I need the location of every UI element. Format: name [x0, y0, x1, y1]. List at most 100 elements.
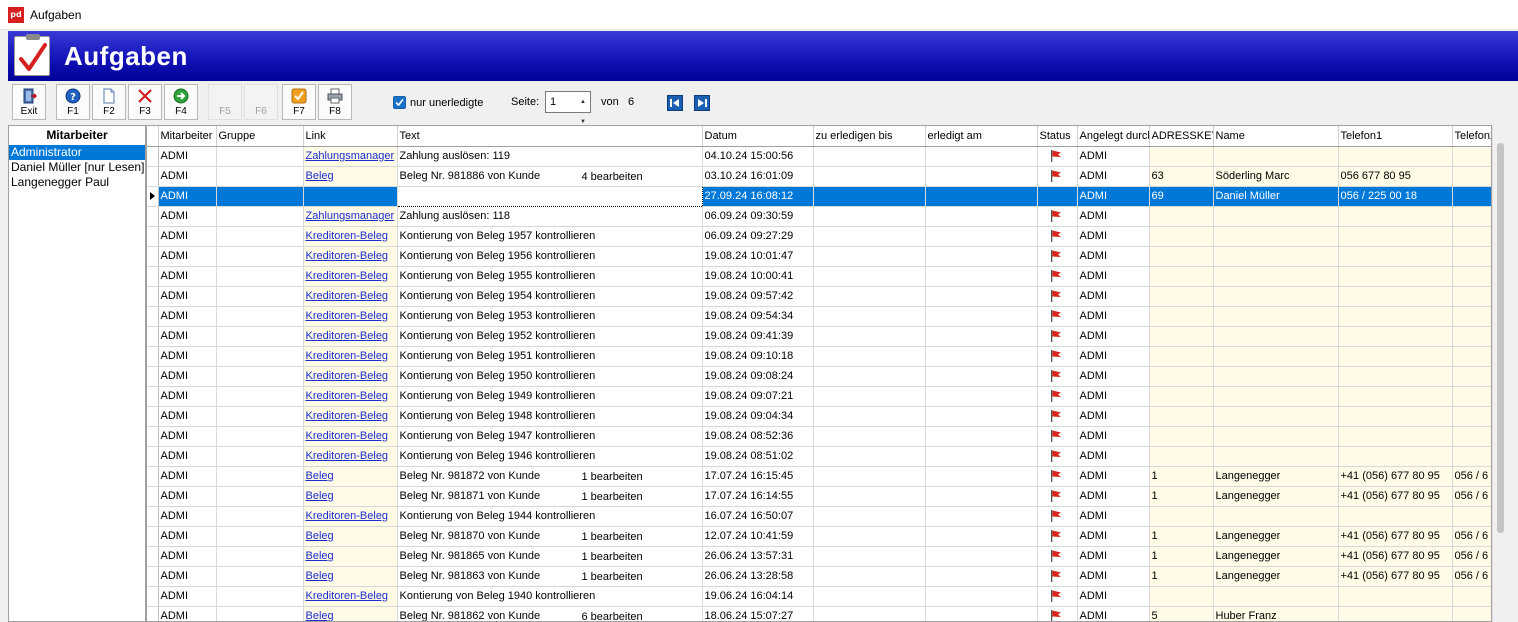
row-indicator[interactable] — [147, 586, 159, 607]
document-link[interactable]: Kreditoren-Beleg — [306, 410, 389, 422]
row-indicator[interactable] — [147, 426, 159, 447]
column-header[interactable]: erledigt am — [925, 126, 1038, 147]
row-indicator[interactable] — [147, 506, 159, 527]
row-indicator[interactable] — [147, 146, 159, 167]
column-header[interactable]: Name — [1213, 126, 1339, 147]
document-link[interactable]: Kreditoren-Beleg — [306, 450, 389, 462]
row-indicator[interactable] — [147, 226, 159, 247]
cell-text[interactable]: Kontierung von Beleg 1948 kontrollieren — [397, 406, 703, 427]
cell-text[interactable]: Beleg Nr. 981872 von Kunde 1 bearbeiten — [397, 466, 703, 487]
document-link[interactable]: Kreditoren-Beleg — [306, 590, 389, 602]
cell-link[interactable]: Beleg — [303, 466, 398, 487]
table-row[interactable]: ADMI Beleg Beleg Nr. 981862 von Kunde 6 bea… — [147, 606, 1491, 621]
table-row[interactable]: ADMI Beleg Beleg Nr. 981886 von Kunde 4 bea… — [147, 166, 1491, 187]
column-header[interactable]: Link — [303, 126, 398, 147]
cell-link[interactable]: Beleg — [303, 606, 398, 621]
filter-unfinished-checkbox[interactable]: nur unerledigte — [393, 96, 483, 109]
last-page-button[interactable] — [694, 95, 710, 111]
employee-item[interactable]: Daniel Müller [nur Lesen] — [9, 160, 145, 175]
cell-text[interactable]: Kontierung von Beleg 1951 kontrollieren — [397, 346, 703, 367]
toolbar-button-exit[interactable]: Exit — [12, 84, 46, 120]
row-indicator[interactable] — [147, 326, 159, 347]
row-indicator[interactable] — [147, 526, 159, 547]
document-link[interactable]: Beleg — [306, 170, 334, 182]
column-header[interactable]: Telefon2 — [1452, 126, 1491, 147]
toolbar-button-f7[interactable]: F7 — [282, 84, 316, 120]
document-link[interactable]: Beleg — [306, 570, 334, 582]
cell-text[interactable]: Kontierung von Beleg 1953 kontrollieren — [397, 306, 703, 327]
table-row[interactable]: ADMI Beleg Beleg Nr. 981863 von Kunde 1 bea… — [147, 566, 1491, 587]
cell-link[interactable]: Kreditoren-Beleg — [303, 406, 398, 427]
table-row[interactable]: ADMI Kreditoren-Beleg Kontierung von Beleg… — [147, 506, 1491, 527]
toolbar-button-f8[interactable]: F8 — [318, 84, 352, 120]
column-header[interactable]: Mitarbeiter — [158, 126, 217, 147]
table-row[interactable]: ADMI Beleg Beleg Nr. 981865 von Kunde 1 bea… — [147, 546, 1491, 567]
column-header[interactable]: Datum — [702, 126, 814, 147]
document-link[interactable]: Beleg — [306, 550, 334, 562]
cell-text[interactable]: Zahlung auslösen: 119 — [397, 146, 703, 167]
column-header[interactable]: ADRESSKEY — [1149, 126, 1214, 147]
document-link[interactable]: Kreditoren-Beleg — [306, 270, 389, 282]
cell-text[interactable]: Kontierung von Beleg 1952 kontrollieren — [397, 326, 703, 347]
page-number-input[interactable]: 1 ▲ ▼ — [545, 91, 591, 125]
row-indicator[interactable] — [147, 166, 159, 187]
document-link[interactable]: Kreditoren-Beleg — [306, 250, 389, 262]
document-link[interactable]: Kreditoren-Beleg — [306, 330, 389, 342]
row-indicator[interactable] — [147, 346, 159, 367]
document-link[interactable]: Zahlungsmanager — [306, 150, 395, 162]
document-link[interactable]: Beleg — [306, 490, 334, 502]
row-indicator[interactable] — [147, 246, 159, 267]
table-row[interactable]: ADMI Kreditoren-Beleg Kontierung von Beleg… — [147, 266, 1491, 287]
row-indicator[interactable] — [147, 286, 159, 307]
toolbar-button-f1[interactable]: ? F1 — [56, 84, 90, 120]
row-indicator[interactable] — [147, 566, 159, 587]
document-link[interactable]: Kreditoren-Beleg — [306, 430, 389, 442]
cell-link[interactable]: Kreditoren-Beleg — [303, 326, 398, 347]
row-indicator[interactable] — [147, 366, 159, 387]
cell-text[interactable]: Beleg Nr. 981871 von Kunde 1 bearbeiten — [397, 486, 703, 507]
document-link[interactable]: Kreditoren-Beleg — [306, 370, 389, 382]
cell-text[interactable]: Kontierung von Beleg 1947 kontrollieren — [397, 426, 703, 447]
column-header[interactable]: Text — [397, 126, 703, 147]
checkbox-checked-icon[interactable] — [393, 96, 406, 109]
column-header[interactable]: Status — [1037, 126, 1078, 147]
cell-text[interactable]: Beleg Nr. 981863 von Kunde 1 bearbeiten — [397, 566, 703, 587]
cell-text[interactable]: Beleg Nr. 981886 von Kunde 4 bearbeiten — [397, 166, 703, 187]
column-header[interactable]: zu erledigen bis — [813, 126, 926, 147]
spin-up-icon[interactable]: ▲ — [576, 92, 590, 112]
cell-text[interactable]: Kontierung von Beleg 1950 kontrollieren — [397, 366, 703, 387]
table-row[interactable]: ADMI Kreditoren-Beleg Kontierung von Beleg… — [147, 326, 1491, 347]
table-row[interactable]: ADMI Beleg Beleg Nr. 981870 von Kunde 1 bea… — [147, 526, 1491, 547]
cell-text[interactable]: Kontierung von Beleg 1946 kontrollieren — [397, 446, 703, 467]
row-indicator[interactable] — [147, 386, 159, 407]
cell-link[interactable]: Kreditoren-Beleg — [303, 286, 398, 307]
cell-text[interactable]: Beleg Nr. 981862 von Kunde 6 bearbeiten — [397, 606, 703, 621]
cell-link[interactable]: Beleg — [303, 166, 398, 187]
cell-link[interactable]: Kreditoren-Beleg — [303, 386, 398, 407]
cell-link[interactable]: Kreditoren-Beleg — [303, 226, 398, 247]
cell-link[interactable]: Zahlungsmanager — [303, 146, 398, 167]
page-spinner[interactable]: ▲ ▼ — [576, 92, 590, 125]
cell-link[interactable]: Kreditoren-Beleg — [303, 246, 398, 267]
row-indicator[interactable] — [147, 486, 159, 507]
table-row[interactable]: ADMI Beleg Beleg Nr. 981871 von Kunde 1 bea… — [147, 486, 1491, 507]
document-link[interactable]: Beleg — [306, 470, 334, 482]
cell-link[interactable]: Kreditoren-Beleg — [303, 266, 398, 287]
table-row[interactable]: ADMI Kreditoren-Beleg Kontierung von Beleg… — [147, 286, 1491, 307]
cell-text[interactable]: Beleg Nr. 981870 von Kunde 1 bearbeiten — [397, 526, 703, 547]
cell-link[interactable] — [303, 186, 398, 207]
cell-link[interactable]: Kreditoren-Beleg — [303, 366, 398, 387]
cell-text[interactable]: Kontierung von Beleg 1940 kontrollieren — [397, 586, 703, 607]
cell-text[interactable] — [396, 185, 703, 207]
document-link[interactable]: Kreditoren-Beleg — [306, 510, 389, 522]
table-row[interactable]: ADMI Zahlungsmanager Zahlung auslösen: 119… — [147, 146, 1491, 167]
table-row[interactable]: ADMI Kreditoren-Beleg Kontierung von Beleg… — [147, 346, 1491, 367]
document-link[interactable]: Kreditoren-Beleg — [306, 390, 389, 402]
document-link[interactable]: Beleg — [306, 530, 334, 542]
cell-link[interactable]: Zahlungsmanager — [303, 206, 398, 227]
cell-link[interactable]: Beleg — [303, 526, 398, 547]
cell-link[interactable]: Beleg — [303, 546, 398, 567]
employee-item[interactable]: Langenegger Paul — [9, 175, 145, 190]
cell-text[interactable]: Kontierung von Beleg 1956 kontrollieren — [397, 246, 703, 267]
table-row[interactable]: ADMI Kreditoren-Beleg Kontierung von Beleg… — [147, 386, 1491, 407]
